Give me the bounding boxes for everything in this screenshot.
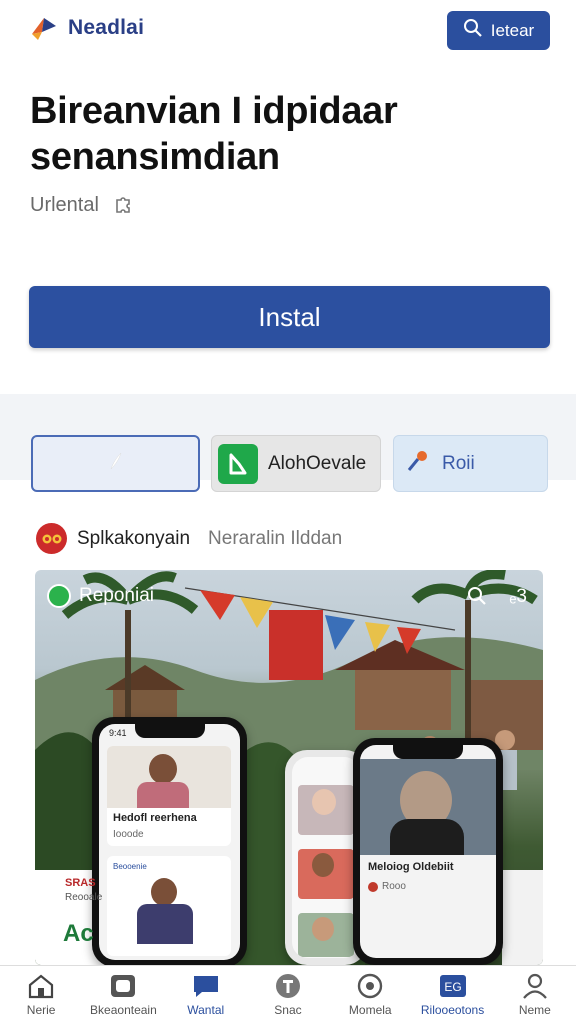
nav-label-0: Nerie bbox=[26, 1003, 56, 1017]
phone-right-card-sub: Rooo bbox=[382, 881, 406, 892]
person-avatar bbox=[149, 754, 177, 784]
target-icon bbox=[356, 973, 384, 999]
search-button[interactable]: Ietear bbox=[447, 11, 550, 50]
source-row: Splkakonyain Nerаralin Ilddan bbox=[36, 523, 342, 554]
source-logo-icon bbox=[36, 523, 67, 554]
phone-left: 9:41 Hedofl reerhena Iooode Beooenie bbox=[92, 717, 247, 965]
phone-left-card: Hedofl reerhena Iooode bbox=[107, 746, 231, 846]
nav-label-2: Wantal bbox=[187, 1003, 225, 1017]
tool-icon bbox=[406, 449, 432, 478]
top-bar: Neadlai Ietear bbox=[0, 0, 576, 60]
nav-label-4: Momela bbox=[348, 1003, 392, 1017]
info-icon bbox=[274, 973, 302, 999]
hero-overlay-text: Reponiai bbox=[79, 585, 154, 606]
phone-left-mini-label: Beooenie bbox=[113, 862, 147, 871]
phone-right-screen: Meloiog Oldebiit Rooo bbox=[360, 745, 496, 958]
app-subtitle: Urlental bbox=[30, 194, 99, 216]
promo-sub: Reooale bbox=[65, 892, 103, 903]
search-icon bbox=[463, 18, 483, 43]
subtitle-row: Urlental bbox=[30, 192, 135, 219]
camera-icon bbox=[109, 973, 137, 999]
phone-left-card-sub: Iooode bbox=[113, 829, 144, 840]
phone-right: Meloiog Oldebiit Rooo bbox=[353, 738, 503, 965]
hero-tools: ₑ3 bbox=[467, 586, 527, 612]
nav-item-2[interactable]: Wantal bbox=[165, 966, 247, 1024]
nav-item-5[interactable]: EG Rilooeotons bbox=[411, 966, 493, 1024]
red-dot-icon bbox=[368, 881, 378, 892]
phone-status-time: 9:41 bbox=[109, 728, 127, 738]
nav-item-6[interactable]: Neme bbox=[494, 966, 576, 1024]
brand-name: Neadlai bbox=[68, 16, 145, 39]
nav-label-6: Neme bbox=[518, 1003, 551, 1017]
phone-left-card-2: Beooenie bbox=[107, 856, 231, 956]
nav-item-0[interactable]: Nerie bbox=[0, 966, 82, 1024]
promo-label: SRAS bbox=[65, 877, 96, 889]
grid-icon: EG bbox=[439, 973, 467, 999]
home-icon bbox=[27, 973, 55, 999]
nav-item-4[interactable]: Momela bbox=[329, 966, 411, 1024]
phone-middle-screen bbox=[292, 757, 360, 958]
source-meta: Nerаralin Ilddan bbox=[208, 527, 343, 549]
nav-item-3[interactable]: Snac bbox=[247, 966, 329, 1024]
phone-left-card-name: Hedofl reerhena bbox=[113, 812, 197, 824]
hero-badge-icon bbox=[47, 584, 71, 608]
person-avatar-2 bbox=[151, 878, 177, 906]
chip-3[interactable]: Roii bbox=[393, 435, 548, 492]
bottom-nav: Nerie Bkeaonteain Wantal Snac Momela EG … bbox=[0, 965, 576, 1024]
chip-2-label: AlohOevale bbox=[268, 452, 367, 474]
source-name[interactable]: Splkakonyain bbox=[77, 528, 190, 550]
phone-left-screen: 9:41 Hedofl reerhena Iooode Beooenie bbox=[99, 724, 240, 960]
install-button[interactable]: Instal bbox=[29, 286, 550, 348]
green-app-icon bbox=[218, 443, 258, 484]
app-title: Bireanvian I idpidaar senansimdian bbox=[30, 90, 398, 178]
chip-2[interactable]: AlohOevale bbox=[211, 435, 381, 492]
nav-item-1[interactable]: Bkeaonteain bbox=[82, 966, 164, 1024]
profile-icon bbox=[521, 973, 549, 999]
brand-logo-icon bbox=[28, 12, 60, 44]
puzzle-icon[interactable] bbox=[113, 192, 135, 219]
nav-label-3: Snac bbox=[274, 1003, 302, 1017]
hero-search-icon[interactable] bbox=[467, 586, 487, 612]
chip-3-label: Roii bbox=[442, 452, 475, 474]
nav-label-5: Rilooeotons bbox=[420, 1003, 485, 1017]
brand[interactable]: Neadlai bbox=[28, 12, 144, 44]
hero-image[interactable]: Reponiai ₑ3 9:41 Hedofl reerhena Iooode … bbox=[35, 570, 543, 965]
phone-right-card-name: Meloiog Oldebiit bbox=[368, 861, 454, 873]
nav-label-1: Bkeaonteain bbox=[90, 1003, 157, 1017]
hero-overlay-title: Reponiai bbox=[47, 584, 154, 608]
promo-big: Ac bbox=[63, 920, 94, 947]
chip-1[interactable] bbox=[31, 435, 200, 492]
phone-notch bbox=[134, 724, 205, 738]
search-label: Ietear bbox=[490, 20, 535, 40]
chat-icon bbox=[192, 973, 220, 999]
svg-text:EG: EG bbox=[444, 980, 461, 994]
feather-icon bbox=[107, 451, 125, 476]
hero-tool-text[interactable]: ₑ3 bbox=[509, 586, 527, 612]
